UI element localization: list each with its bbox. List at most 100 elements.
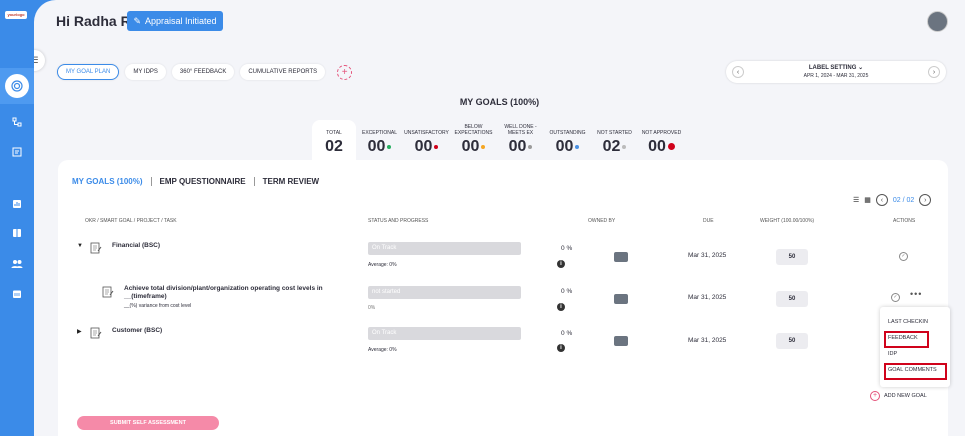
- red-dot-icon: [434, 144, 439, 149]
- stat-not-started[interactable]: NOT STARTED 02: [591, 120, 638, 160]
- goal-stats: TOTAL 02 EXCEPTIONAL 00 UNSATISFACTORY 0…: [312, 120, 685, 160]
- goals-card: MY GOALS (100%) EMP QUESTIONNAIRE TERM R…: [58, 160, 950, 436]
- menu-item-last-checkin[interactable]: LAST CHECKIN: [888, 319, 928, 325]
- grid-view-icon[interactable]: ▦: [864, 196, 871, 204]
- progress-percent: 0 %: [561, 288, 573, 295]
- main-content: Hi Radha R ✎ Appraisal Initiated ☰ MY GO…: [34, 0, 965, 436]
- goal-doc-icon: [90, 327, 102, 339]
- average-text: Average: 0%: [368, 262, 397, 268]
- status-bar: On Track: [368, 327, 521, 340]
- pencil-icon: ✎: [133, 15, 141, 26]
- blue-dot-icon: [575, 144, 580, 149]
- view-controls: ☰ ▦ ‹ 02 / 02 ›: [853, 194, 932, 206]
- average-text: Average: 0%: [368, 347, 397, 353]
- goal-subtabs: MY GOALS (100%) EMP QUESTIONNAIRE TERM R…: [72, 177, 327, 186]
- subtab-emp-questionnaire[interactable]: EMP QUESTIONNAIRE: [160, 177, 255, 186]
- prev-page-icon[interactable]: ‹: [875, 194, 888, 206]
- subtab-my-goals[interactable]: MY GOALS (100%): [72, 177, 152, 186]
- col-actions: ACTIONS: [893, 218, 916, 224]
- list-view-icon[interactable]: ☰: [853, 196, 859, 204]
- status-bar: On Track: [368, 242, 521, 255]
- status-bar: not started: [368, 286, 521, 299]
- avatar[interactable]: [927, 11, 948, 32]
- top-tabs: MY GOAL PLAN MY IDPS 360° FEEDBACK CUMUL…: [57, 64, 353, 80]
- label-setting-title[interactable]: LABEL SETTING ⌄: [726, 64, 946, 71]
- document-icon[interactable]: [10, 145, 24, 159]
- add-new-goal-button[interactable]: + ADD NEW GOAL: [870, 391, 927, 401]
- col-due: DUE: [703, 218, 714, 224]
- due-date: Mar 31, 2025: [688, 337, 727, 344]
- sidebar: yourlogo: [0, 0, 34, 436]
- due-date: Mar 31, 2025: [688, 294, 727, 301]
- info-icon[interactable]: i: [557, 303, 565, 311]
- goal-target-icon[interactable]: [10, 79, 24, 93]
- stat-exceptional[interactable]: EXCEPTIONAL 00: [356, 120, 403, 160]
- tab-360-feedback[interactable]: 360° FEEDBACK: [171, 64, 235, 80]
- page-indicator: 02 / 02: [892, 196, 915, 204]
- add-tab-button[interactable]: +: [337, 64, 353, 80]
- check-circle-icon[interactable]: ✓: [899, 252, 908, 261]
- expand-caret-icon[interactable]: ▶: [77, 328, 82, 335]
- next-page-icon[interactable]: ›: [919, 194, 932, 206]
- feedback-highlight: [884, 331, 929, 348]
- hierarchy-icon[interactable]: [10, 115, 24, 129]
- report-icon[interactable]: [10, 197, 24, 211]
- stat-below-expectations[interactable]: BELOW EXPECTATIONS 00: [450, 120, 497, 160]
- info-icon[interactable]: i: [557, 260, 565, 268]
- owner-avatar[interactable]: [614, 252, 628, 262]
- label-setting-panel: ‹ LABEL SETTING ⌄ APR 1, 2024 - MAR 31, …: [726, 61, 946, 83]
- owner-avatar[interactable]: [614, 294, 628, 304]
- col-okr: OKR / SMART GOAL / PROJECT / TASK: [85, 218, 177, 224]
- close-circle-icon: [667, 143, 675, 151]
- period-date-range: APR 1, 2024 - MAR 31, 2025: [803, 73, 869, 79]
- col-weight: WEIGHT (100.00/100%): [760, 218, 815, 224]
- weight-box[interactable]: 50: [776, 249, 808, 265]
- greeting: Hi Radha R: [56, 13, 131, 29]
- info-icon[interactable]: i: [557, 344, 565, 352]
- due-date: Mar 31, 2025: [688, 252, 727, 259]
- progress-percent: 0 %: [561, 245, 573, 252]
- average-text: 0%: [368, 305, 376, 311]
- book-icon[interactable]: [10, 226, 24, 240]
- stat-well-done[interactable]: WELL DONE - MEETS EX 00: [497, 120, 544, 160]
- green-dot-icon: [387, 144, 392, 149]
- weight-box[interactable]: 50: [776, 333, 808, 349]
- more-icon[interactable]: •••: [910, 289, 922, 299]
- progress-percent: 0 %: [561, 330, 573, 337]
- goal-name[interactable]: Customer (BSC): [112, 327, 162, 334]
- light-grey-dot-icon: [622, 144, 627, 149]
- collapse-sidebar-button[interactable]: ☰: [34, 50, 45, 71]
- menu-item-idp[interactable]: IDP: [888, 351, 897, 357]
- team-icon[interactable]: [10, 257, 24, 271]
- stat-not-approved[interactable]: NOT APPROVED 00: [638, 120, 685, 160]
- tab-cumulative-reports[interactable]: CUMULATIVE REPORTS: [240, 64, 326, 80]
- stat-unsatisfactory[interactable]: UNSATISFACTORY 00: [403, 120, 450, 160]
- appraisal-status-label: Appraisal Initiated: [145, 16, 217, 26]
- expand-caret-icon[interactable]: ▼: [77, 243, 83, 249]
- tab-my-idps[interactable]: MY IDPS: [125, 64, 166, 80]
- submit-self-assessment-button[interactable]: SUBMIT SELF ASSESSMENT: [77, 416, 219, 430]
- tab-my-goal-plan[interactable]: MY GOAL PLAN: [57, 64, 120, 80]
- stat-total[interactable]: TOTAL 02: [312, 120, 356, 160]
- goal-subtext: __(%) variance from cost level: [124, 303, 192, 309]
- next-period-icon[interactable]: ›: [928, 66, 940, 78]
- calendar-icon[interactable]: [10, 287, 24, 301]
- appraisal-status-button[interactable]: ✎ Appraisal Initiated: [127, 11, 223, 31]
- plus-icon: +: [870, 391, 880, 401]
- weight-box[interactable]: 50: [776, 291, 808, 307]
- company-logo: yourlogo: [5, 11, 27, 19]
- stat-outstanding[interactable]: OUTSTANDING 00: [544, 120, 591, 160]
- subtab-term-review[interactable]: TERM REVIEW: [263, 177, 327, 186]
- goal-comments-highlight: [884, 363, 947, 380]
- col-owned-by: OWNED BY: [588, 218, 616, 224]
- orange-dot-icon: [481, 144, 486, 149]
- owner-avatar[interactable]: [614, 336, 628, 346]
- grey-dot-icon: [528, 144, 533, 149]
- col-status: STATUS AND PROGRESS: [368, 218, 429, 224]
- goal-name[interactable]: Achieve total division/plant/organizatio…: [124, 285, 344, 301]
- goal-doc-icon: [90, 242, 102, 254]
- check-circle-icon[interactable]: ✓: [891, 293, 900, 302]
- my-goals-title: MY GOALS (100%): [459, 97, 540, 107]
- goal-name[interactable]: Financial (BSC): [112, 242, 160, 249]
- goal-doc-icon: [102, 286, 114, 298]
